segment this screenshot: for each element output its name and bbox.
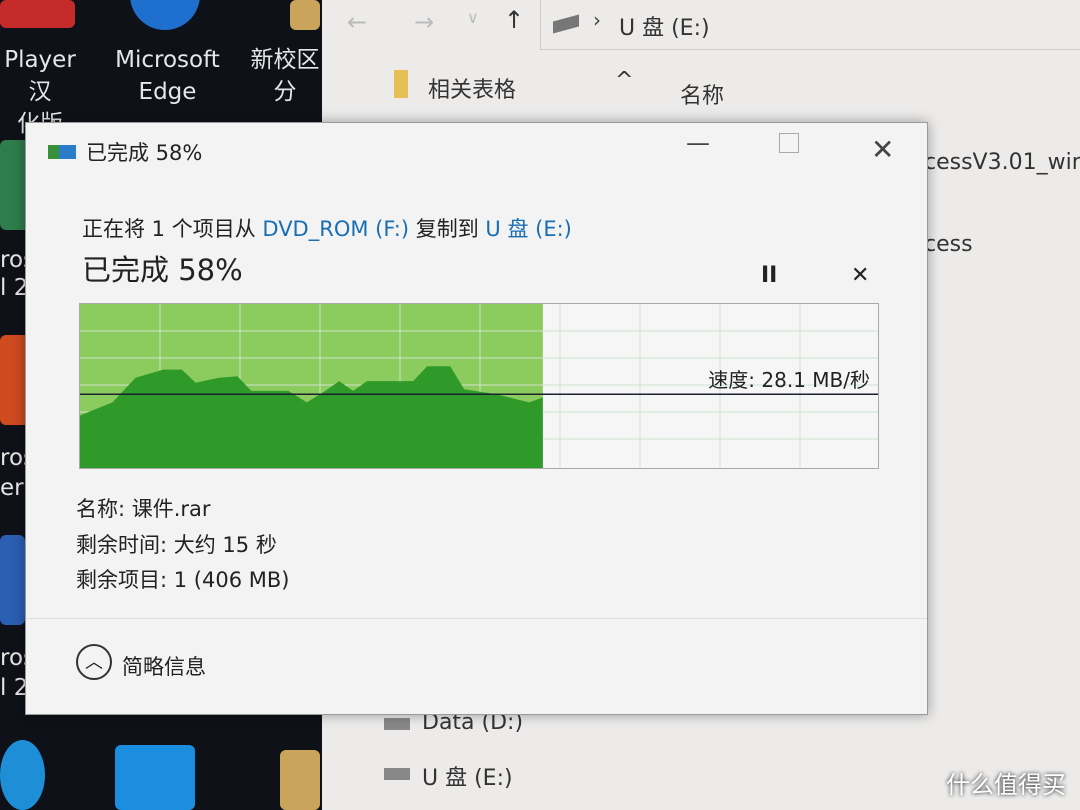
close-button[interactable]: ✕ [871,133,894,166]
address-path[interactable]: U 盘 (E:) [619,10,710,42]
less-details-button[interactable]: 简略信息 [122,651,206,681]
app-icon[interactable] [115,745,195,810]
up-icon[interactable]: ↑ [504,6,524,34]
nav-pane-item[interactable]: 相关表格 [428,72,516,104]
drive-icon [384,768,410,780]
minimize-button[interactable]: — [686,129,710,157]
pause-button[interactable]: II [761,263,777,288]
desktop-icon-label[interactable]: 新校区 分 [240,44,330,108]
copy-text: 正在将 1 个项目从 [82,217,263,241]
folder-icon[interactable] [280,750,320,810]
destination-link[interactable]: U 盘 (E:) [485,217,571,241]
folder-icon[interactable] [290,0,320,30]
app-icon[interactable] [0,0,75,28]
percent-complete: 已完成 58% [82,253,243,287]
sort-up-icon[interactable]: ^ [615,68,633,93]
dialog-title: 已完成 58% [86,141,203,165]
chevron-right-icon[interactable]: › [593,8,601,32]
recent-dropdown-icon[interactable]: ∨ [467,8,479,27]
speed-label: 速度: 28.1 MB/秒 [708,368,870,392]
column-header-name[interactable]: 名称 [680,78,724,110]
folder-icon [394,70,408,98]
chevron-up-icon[interactable]: ︿ [76,644,112,680]
forward-icon[interactable]: → [414,8,434,36]
watermark: 什么值得买 [946,771,1066,799]
file-name: 名称: 课件.rar [76,497,211,521]
edge-icon[interactable] [130,0,200,30]
copy-progress-dialog: 已完成 58% — ✕ 正在将 1 个项目从 DVD_ROM (F:) 复制到 … [25,122,928,715]
copy-description: 正在将 1 个项目从 DVD_ROM (F:) 复制到 U 盘 (E:) [82,213,572,243]
address-bar[interactable]: › U 盘 (E:) [540,0,1080,50]
speed-graph: 速度: 28.1 MB/秒 [79,303,879,469]
source-link[interactable]: DVD_ROM (F:) [262,217,409,241]
dialog-footer: ︿ 简略信息 [26,618,927,714]
drive-icon [384,718,410,730]
desktop-icon-label[interactable]: Microsoft Edge [105,44,230,108]
items-remaining: 剩余项目: 1 (406 MB) [76,568,290,592]
file-item[interactable]: cess [924,232,973,257]
drive-icon [553,14,579,34]
word-icon[interactable] [0,535,25,625]
copy-icon [48,145,76,159]
time-remaining: 剩余时间: 大约 15 秒 [76,533,277,557]
cancel-button[interactable]: ✕ [851,263,869,288]
back-icon[interactable]: ← [347,8,367,36]
nav-pane-drive-e[interactable]: U 盘 (E:) [422,760,513,792]
file-item[interactable]: cessV3.01_win [924,150,1080,175]
maximize-button[interactable] [779,133,799,153]
ie-icon[interactable] [0,740,45,810]
copy-text: 复制到 [409,217,486,241]
